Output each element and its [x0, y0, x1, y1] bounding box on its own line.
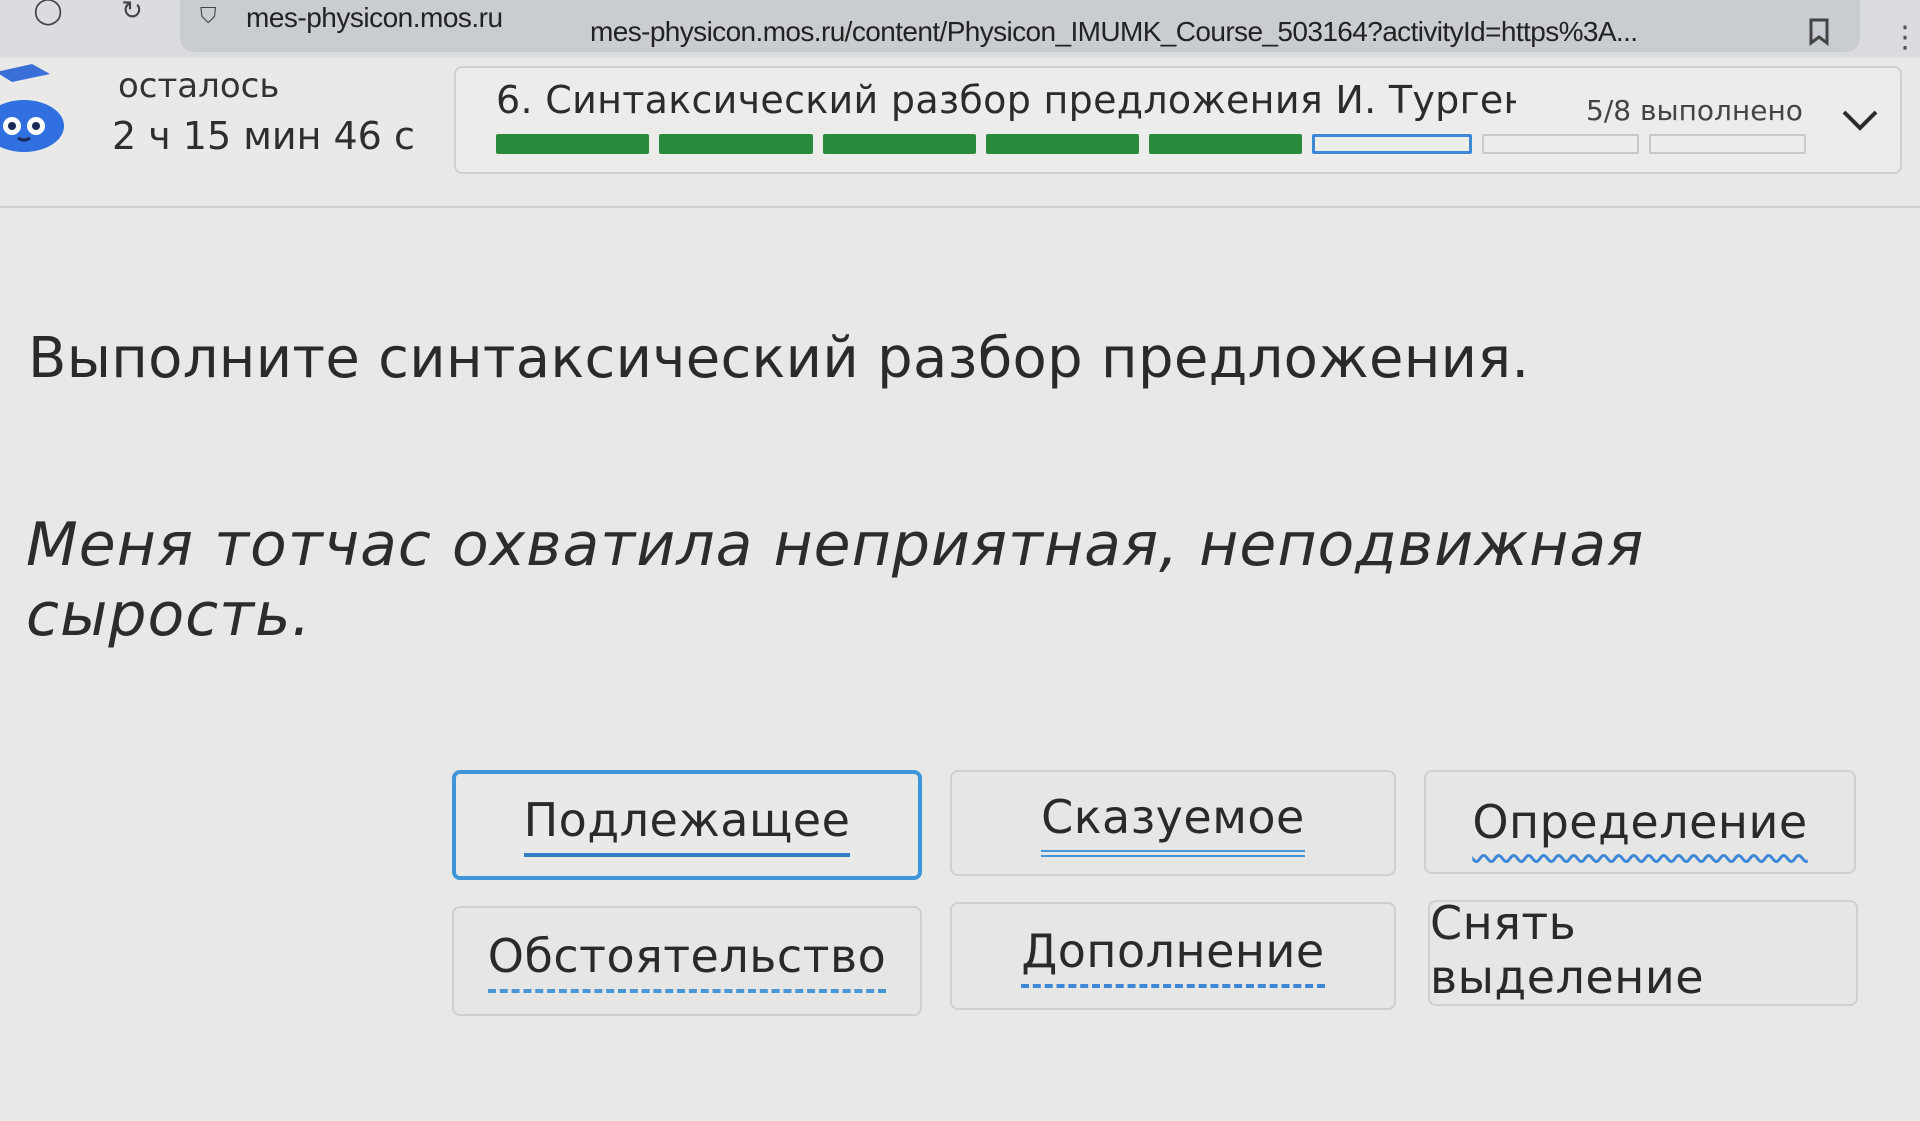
object-button-label: Дополнение — [1021, 924, 1325, 988]
chevron-down-icon[interactable] — [1840, 106, 1880, 136]
sentence-text[interactable]: Меня тотчас охватила неприятная, неподви… — [26, 510, 1920, 650]
predicate-button[interactable]: Сказуемое — [950, 770, 1396, 876]
reload-icon[interactable]: ↻ — [112, 0, 152, 30]
instruction-text: Выполните синтаксический разбор предложе… — [28, 326, 1530, 391]
mascot-logo-icon — [0, 64, 64, 152]
address-bar[interactable]: ⛉ mes-physicon.mos.ru mes-physicon.mos.r… — [180, 0, 1860, 52]
object-button[interactable]: Дополнение — [950, 902, 1396, 1010]
subject-button[interactable]: Подлежащее — [452, 770, 922, 880]
progress-segment-done[interactable] — [1149, 134, 1303, 154]
progress-segment-done[interactable] — [822, 134, 976, 154]
address-domain: mes-physicon.mos.ru — [246, 2, 503, 33]
app-header: осталось 2 ч 15 мин 46 с 6. Синтаксическ… — [0, 58, 1920, 208]
adverbial-button[interactable]: Обстоятельство — [452, 906, 922, 1016]
progress-segment-done[interactable] — [496, 134, 650, 154]
subject-button-label: Подлежащее — [523, 793, 851, 857]
progress-segment-done[interactable] — [985, 134, 1139, 154]
bookmark-icon[interactable] — [1808, 18, 1830, 46]
progress-bar — [496, 134, 1806, 156]
task-title: 6. Синтаксический разбор предложения И. … — [496, 78, 1516, 122]
predicate-button-label: Сказуемое — [1041, 790, 1305, 857]
progress-segment-done[interactable] — [659, 134, 813, 154]
timer-label: осталось — [118, 66, 280, 106]
back-icon[interactable]: ◯ — [28, 0, 68, 30]
progress-segment-todo[interactable] — [1648, 134, 1806, 154]
progress-segment-current[interactable] — [1312, 134, 1472, 154]
progress-segment-todo[interactable] — [1481, 134, 1639, 154]
clear-selection-button-label: Снять выделение — [1430, 896, 1705, 1004]
task-panel[interactable]: 6. Синтаксический разбор предложения И. … — [454, 66, 1902, 174]
attribute-button[interactable]: Определение — [1424, 770, 1856, 874]
timer-value: 2 ч 15 мин 46 с — [112, 114, 415, 158]
attribute-button-label: Определение — [1472, 795, 1808, 849]
shield-icon: ⛉ — [200, 4, 217, 29]
task-progress-text: 5/8 выполнено — [1586, 94, 1803, 127]
adverbial-button-label: Обстоятельство — [487, 929, 887, 993]
clear-selection-button[interactable]: Снять выделение — [1428, 896, 1858, 1006]
browser-toolbar: ◯ ↻ ⛉ mes-physicon.mos.ru mes-physicon.m… — [0, 0, 1920, 58]
browser-menu-icon[interactable]: ⋮ — [1890, 23, 1920, 53]
address-url[interactable]: mes-physicon.mos.ru/content/Physicon_IMU… — [590, 16, 1740, 48]
